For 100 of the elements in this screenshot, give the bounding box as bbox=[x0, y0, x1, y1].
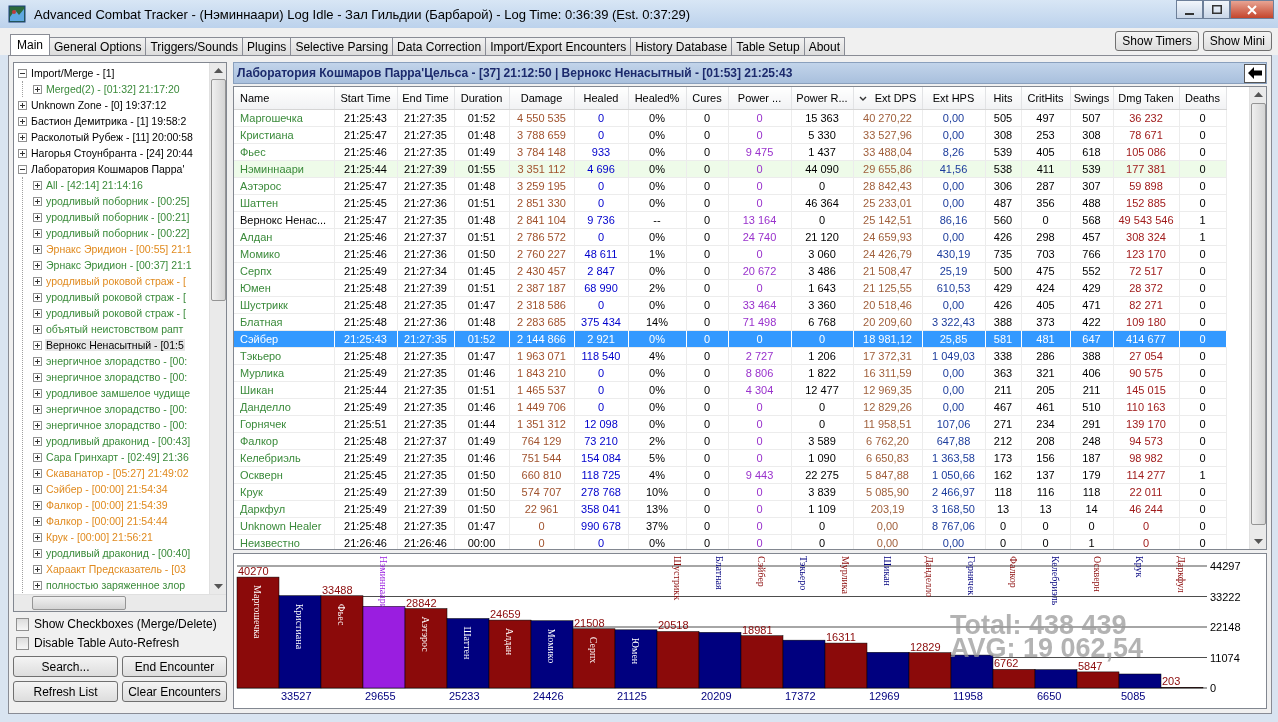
tab[interactable]: Main bbox=[10, 34, 50, 55]
toolbar-button[interactable]: Show Mini bbox=[1202, 31, 1272, 51]
expand-icon[interactable] bbox=[18, 132, 27, 142]
expand-icon[interactable] bbox=[33, 532, 42, 542]
expand-icon[interactable] bbox=[33, 404, 42, 414]
expand-icon[interactable] bbox=[33, 356, 42, 366]
tab[interactable]: Import/Export Encounters bbox=[485, 37, 632, 55]
column-header[interactable]: Name bbox=[234, 87, 334, 110]
scroll-down-icon[interactable] bbox=[1253, 539, 1263, 544]
tree-item[interactable]: Лаборатория Кошмаров Парра' bbox=[30, 163, 186, 175]
column-header[interactable]: Deaths bbox=[1179, 87, 1226, 110]
expand-icon[interactable] bbox=[33, 276, 42, 286]
tab[interactable]: Data Correction bbox=[392, 37, 487, 55]
collapse-icon[interactable] bbox=[18, 164, 27, 174]
vertical-scrollbar[interactable] bbox=[1249, 87, 1266, 549]
tree-item[interactable]: Бастион Демитрика - [1] 19:58:2 bbox=[30, 115, 188, 127]
tree-item[interactable]: энергичное злорадство - [00: bbox=[45, 403, 189, 415]
tree-item[interactable]: энергичное злорадство - [00: bbox=[45, 355, 189, 367]
minimize-button[interactable] bbox=[1176, 0, 1203, 19]
expand-icon[interactable] bbox=[18, 148, 27, 158]
expand-icon[interactable] bbox=[33, 196, 42, 206]
expand-icon[interactable] bbox=[33, 212, 42, 222]
expand-icon[interactable] bbox=[33, 468, 42, 478]
checkbox[interactable] bbox=[16, 617, 29, 631]
expand-icon[interactable] bbox=[18, 116, 27, 126]
tree-item[interactable]: объятый неистовством рапт bbox=[45, 323, 185, 335]
expand-icon[interactable] bbox=[33, 324, 42, 334]
tree-item[interactable]: энергичное злорадство - [00: bbox=[45, 419, 189, 431]
column-header[interactable]: Cures bbox=[686, 87, 728, 110]
expand-icon[interactable] bbox=[33, 548, 42, 558]
checkbox[interactable] bbox=[16, 636, 29, 650]
tree-item[interactable]: уродливый роковой страж - [ bbox=[45, 307, 187, 319]
toolbar-button[interactable]: Show Timers bbox=[1115, 31, 1199, 51]
action-button[interactable]: Refresh List bbox=[13, 681, 118, 702]
expand-icon[interactable] bbox=[33, 292, 42, 302]
expand-icon[interactable] bbox=[18, 100, 27, 110]
tree-item[interactable]: полностью заряженное злор bbox=[45, 579, 187, 591]
expand-icon[interactable] bbox=[33, 452, 42, 462]
back-button[interactable] bbox=[1244, 63, 1266, 83]
expand-icon[interactable] bbox=[33, 580, 42, 590]
expand-icon[interactable] bbox=[33, 420, 42, 430]
scroll-up-icon[interactable] bbox=[213, 68, 223, 73]
column-header[interactable]: Power R... bbox=[791, 87, 853, 110]
tree-item[interactable]: уродливый поборник - [00:21] bbox=[45, 211, 191, 223]
vertical-scrollbar[interactable] bbox=[209, 63, 226, 594]
column-header[interactable]: Power ... bbox=[728, 87, 791, 110]
tree-item[interactable]: Расколотый Рубеж - [11] 20:00:58 bbox=[30, 131, 194, 143]
tree-item[interactable]: Import/Merge - [1] bbox=[30, 67, 116, 79]
expand-icon[interactable] bbox=[33, 516, 42, 526]
tree-item[interactable]: Merged(2) - [01:32] 21:17:20 bbox=[45, 83, 181, 95]
expand-icon[interactable] bbox=[33, 436, 42, 446]
tab[interactable]: Selective Parsing bbox=[290, 37, 394, 55]
scroll-down-icon[interactable] bbox=[213, 584, 223, 589]
column-header[interactable]: Healed% bbox=[628, 87, 686, 110]
expand-icon[interactable] bbox=[33, 308, 42, 318]
tree-item[interactable]: Unknown Zone - [0] 19:37:12 bbox=[30, 99, 168, 111]
column-header[interactable]: End Time bbox=[397, 87, 454, 110]
column-header[interactable]: Start Time bbox=[334, 87, 397, 110]
column-header[interactable]: Ext HPS bbox=[922, 87, 985, 110]
column-header[interactable]: Hits bbox=[985, 87, 1021, 110]
expand-icon[interactable] bbox=[33, 260, 42, 270]
tab[interactable]: History Database bbox=[630, 37, 733, 55]
action-button[interactable]: End Encounter bbox=[122, 656, 227, 677]
expand-icon[interactable] bbox=[33, 484, 42, 494]
tab[interactable]: Plugins bbox=[242, 37, 292, 55]
expand-icon[interactable] bbox=[33, 84, 42, 94]
column-header[interactable]: CritHits bbox=[1021, 87, 1070, 110]
expand-icon[interactable] bbox=[33, 340, 42, 350]
collapse-icon[interactable] bbox=[18, 68, 27, 78]
tree-item[interactable]: уродливый драконид - [00:40] bbox=[45, 547, 192, 559]
tree-item[interactable]: уродливый драконид - [00:43] bbox=[45, 435, 192, 447]
tree-item[interactable]: Эрнакс Эридион - [00:37] 21:1 bbox=[45, 259, 193, 271]
tree-item[interactable]: энергичное злорадство - [00: bbox=[45, 371, 189, 383]
action-button[interactable]: Clear Encounters bbox=[122, 681, 227, 702]
column-header[interactable]: Duration bbox=[454, 87, 509, 110]
expand-icon[interactable] bbox=[33, 564, 42, 574]
expand-icon[interactable] bbox=[33, 244, 42, 254]
column-header[interactable]: Swings bbox=[1070, 87, 1113, 110]
tree-item[interactable]: Нагорья Стоунбранта - [24] 20:44 bbox=[30, 147, 194, 159]
expand-icon[interactable] bbox=[33, 180, 42, 190]
tab[interactable]: Table Setup bbox=[731, 37, 805, 55]
close-button[interactable] bbox=[1230, 0, 1274, 19]
column-header[interactable]: Ext DPS bbox=[853, 87, 922, 110]
column-header[interactable]: Dmg Taken bbox=[1113, 87, 1179, 110]
action-button[interactable]: Search... bbox=[13, 656, 118, 677]
tree-item[interactable]: уродливый поборник - [00:22] bbox=[45, 227, 191, 239]
expand-icon[interactable] bbox=[33, 500, 42, 510]
tree-item[interactable]: уродливое замшелое чудище bbox=[45, 387, 192, 399]
tree-item[interactable]: уродливый роковой страж - [ bbox=[45, 291, 187, 303]
expand-icon[interactable] bbox=[33, 388, 42, 398]
scroll-up-icon[interactable] bbox=[1253, 92, 1263, 97]
tab[interactable]: Triggers/Sounds bbox=[145, 37, 243, 55]
tree-item[interactable]: Сара Гринхарт - [02:49] 21:36 bbox=[45, 451, 190, 463]
tab[interactable]: About bbox=[803, 37, 845, 55]
column-header[interactable]: Damage bbox=[509, 87, 574, 110]
horizontal-scrollbar[interactable] bbox=[14, 594, 226, 611]
tree-item[interactable]: уродливый поборник - [00:25] bbox=[45, 195, 191, 207]
column-header[interactable]: Healed bbox=[574, 87, 628, 110]
maximize-button[interactable] bbox=[1203, 0, 1230, 19]
expand-icon[interactable] bbox=[33, 228, 42, 238]
